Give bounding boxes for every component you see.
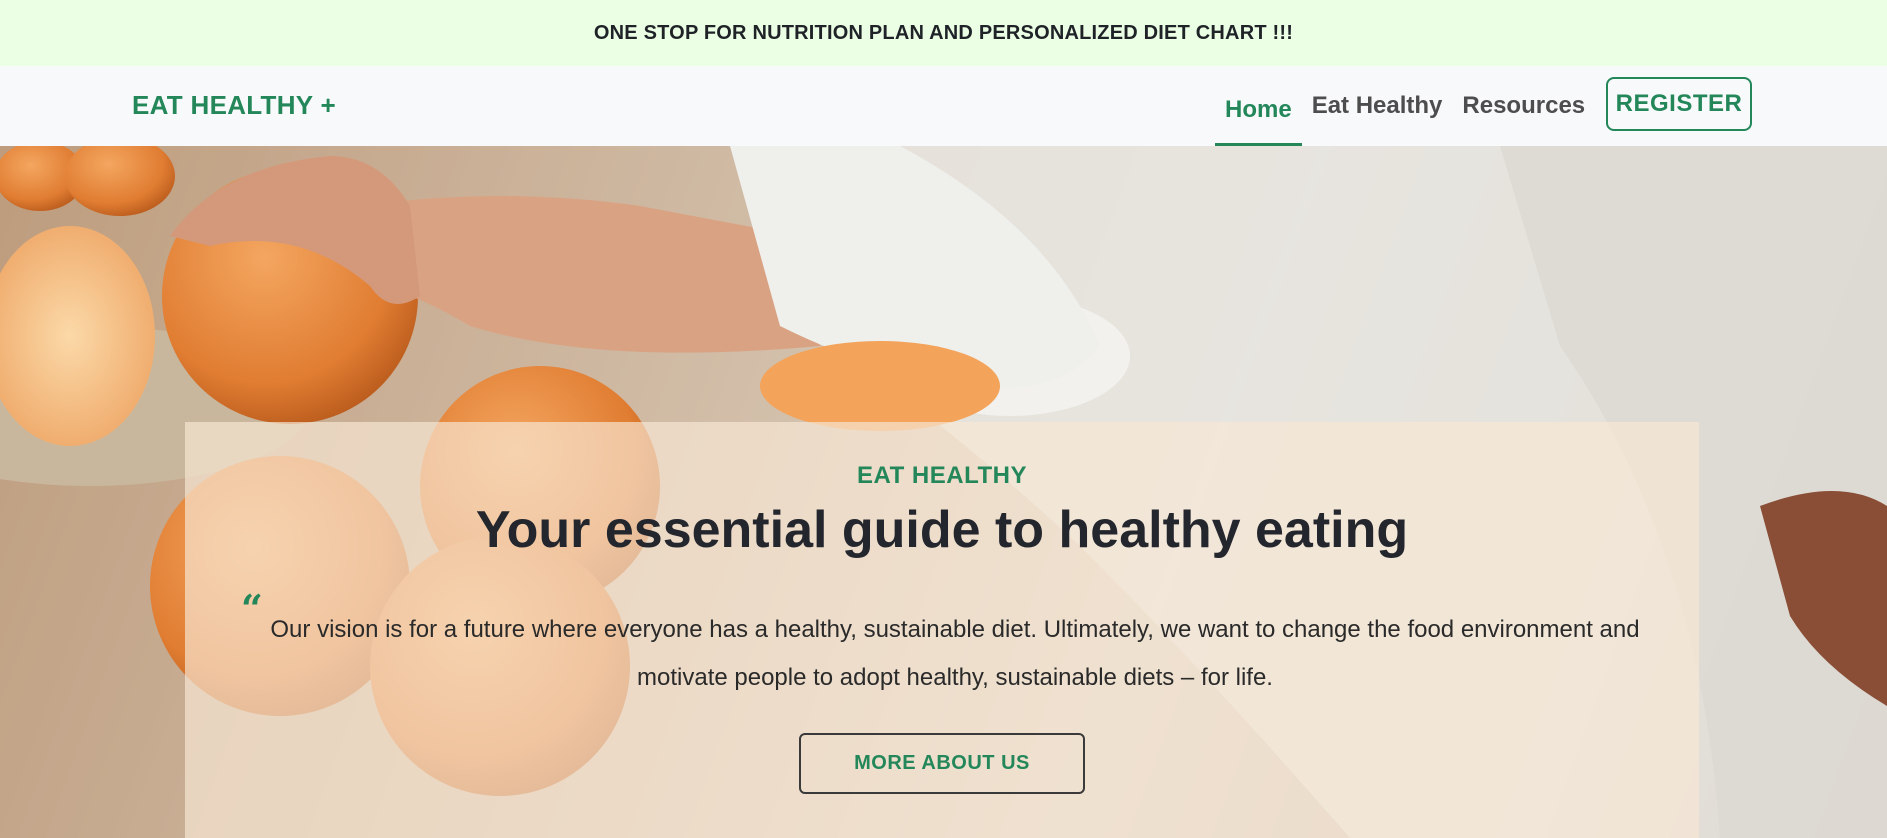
nav-links: Home Eat Healthy Resources [1215, 66, 1595, 146]
brand-logo[interactable]: EAT HEALTHY + [132, 90, 336, 121]
hero-headline: Your essential guide to healthy eating [475, 501, 1409, 559]
announcement-text: ONE STOP FOR NUTRITION PLAN AND PERSONAL… [593, 21, 1294, 44]
hero-section: EAT HEALTHY Your essential guide to heal… [0, 146, 1887, 838]
nav-link-eat-healthy[interactable]: Eat Healthy [1302, 66, 1453, 146]
more-about-us-button[interactable]: MORE ABOUT US [799, 733, 1085, 794]
hero-card: EAT HEALTHY Your essential guide to heal… [185, 422, 1699, 838]
nav-link-home[interactable]: Home [1215, 76, 1302, 146]
vision-text: Our vision is for a future where everyon… [270, 616, 1640, 691]
nav-link-resources[interactable]: Resources [1452, 66, 1595, 146]
announcement-bar: ONE STOP FOR NUTRITION PLAN AND PERSONAL… [0, 0, 1887, 66]
register-button[interactable]: REGISTER [1606, 77, 1752, 131]
navbar: EAT HEALTHY + Home Eat Healthy Resources… [0, 66, 1887, 146]
hero-eyebrow: EAT HEALTHY [857, 462, 1027, 489]
